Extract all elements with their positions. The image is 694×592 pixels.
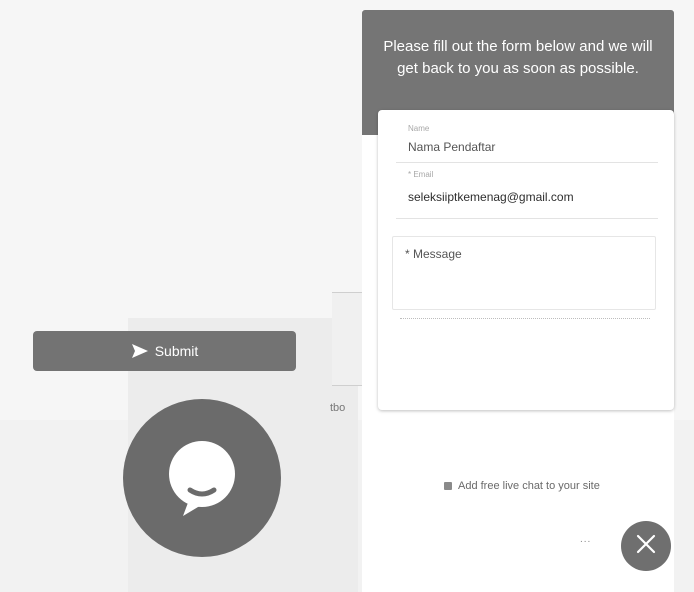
email-label: * Email — [408, 170, 434, 179]
chat-bubble-icon — [167, 440, 237, 516]
page: tbo Please fill out the form below and w… — [0, 0, 694, 592]
add-live-chat-label: Add free live chat to your site — [458, 480, 600, 492]
chat-launcher-button[interactable] — [123, 399, 281, 557]
close-button[interactable] — [621, 521, 671, 571]
more-indicator: ... — [580, 534, 592, 545]
header-text: Please fill out the form below and we wi… — [383, 38, 653, 77]
message-field[interactable]: * Message — [392, 236, 656, 310]
divider — [400, 318, 650, 319]
name-value: Nama Pendaftar — [408, 140, 496, 154]
name-field[interactable]: Name Nama Pendaftar — [396, 122, 658, 163]
add-live-chat-link[interactable]: Add free live chat to your site — [444, 480, 600, 492]
form-card: Name Nama Pendaftar * Email seleksiiptke… — [378, 110, 674, 410]
message-placeholder: * Message — [405, 247, 462, 261]
email-field[interactable]: * Email seleksiiptkemenag@gmail.com — [396, 168, 658, 219]
background-fragment-text: tbo — [330, 402, 346, 414]
email-value: seleksiiptkemenag@gmail.com — [408, 190, 574, 204]
contact-form-widget: Please fill out the form below and we wi… — [362, 10, 674, 592]
hand-icon — [444, 482, 452, 490]
submit-button[interactable]: Submit — [33, 331, 296, 371]
close-icon — [635, 533, 657, 560]
submit-label: Submit — [154, 343, 199, 359]
name-label: Name — [408, 124, 430, 133]
background-fragment-box — [332, 292, 363, 386]
send-icon — [131, 343, 149, 359]
